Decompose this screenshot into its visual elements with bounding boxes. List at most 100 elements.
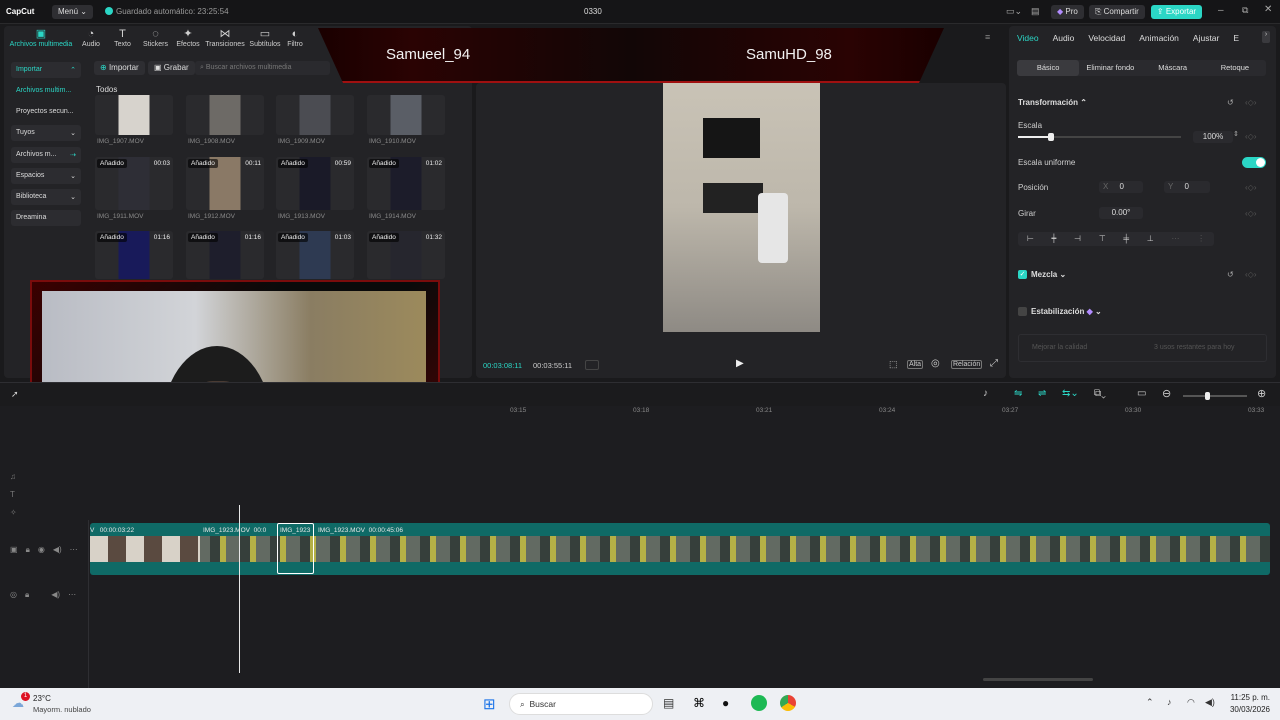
lock-icon[interactable]: 🔒︎ xyxy=(25,590,29,600)
media-thumbnail[interactable]: Añadido 01:03 xyxy=(276,231,354,279)
clip-label[interactable]: V 00:00:03:22 xyxy=(90,527,134,534)
microphone-icon[interactable]: ♪ xyxy=(983,388,988,399)
zoom-out-icon[interactable]: ⊖ xyxy=(1162,387,1171,400)
distribute-v-icon[interactable]: ⋮ xyxy=(1197,232,1205,246)
tab-stickers[interactable]: ◌ Stickers xyxy=(139,28,172,50)
volume-icon[interactable]: ◀) xyxy=(51,590,60,600)
scale-slider-knob[interactable] xyxy=(1047,133,1054,141)
clip-label[interactable]: IMG_1923.MOV 00:00:45:06 xyxy=(318,527,403,534)
magnet-icon[interactable]: ⇋ xyxy=(1014,388,1022,399)
chrome-icon[interactable] xyxy=(780,695,796,711)
timecode-icon[interactable] xyxy=(585,360,599,370)
sidebar-item-projects[interactable]: Proyectos secun... xyxy=(11,104,81,120)
property-subtab[interactable]: Básico xyxy=(1017,60,1080,76)
sidebar-item-spaces[interactable]: Espacios ⌄ xyxy=(11,168,81,184)
blend-checkbox[interactable]: ✓ xyxy=(1018,270,1027,279)
property-tab[interactable]: Animación xyxy=(1139,33,1179,43)
sidebar-item-files[interactable]: Archivos m... ⇢ xyxy=(11,147,81,163)
media-thumbnail[interactable] xyxy=(186,95,264,135)
playhead[interactable] xyxy=(239,505,240,673)
capcut-taskbar-icon[interactable]: ⌘ xyxy=(693,696,705,710)
sidebar-item-library[interactable]: Biblioteca ⌄ xyxy=(11,189,81,205)
sidebar-item-import[interactable]: Importar ⌃ xyxy=(11,62,81,78)
screenshot-icon[interactable]: ◎ xyxy=(931,358,940,369)
zoom-slider[interactable] xyxy=(1183,392,1247,400)
property-tab[interactable]: Velocidad xyxy=(1088,33,1125,43)
reset-icon[interactable]: ↺ xyxy=(1227,98,1234,107)
property-subtab[interactable]: Máscara xyxy=(1142,60,1204,76)
tab-effects[interactable]: ✦ Efectos xyxy=(172,28,204,50)
export-button[interactable]: ⇪ Exportar xyxy=(1151,5,1202,19)
preview-axis-icon[interactable]: ⇆⌄ xyxy=(1062,388,1079,399)
distribute-h-icon[interactable]: ⋯ xyxy=(1171,232,1179,246)
tab-media[interactable]: ▣ Archivos multimedia xyxy=(6,28,76,50)
stabilize-checkbox[interactable] xyxy=(1018,307,1027,316)
tab-text[interactable]: T Texto xyxy=(106,28,139,50)
cover-icon[interactable]: ▣ xyxy=(10,545,18,555)
keyframe-icon[interactable]: ‹◇› xyxy=(1245,98,1256,107)
sidebar-item-yours[interactable]: Tuyos ⌄ xyxy=(11,125,81,141)
property-tab[interactable]: E xyxy=(1233,33,1239,43)
fullscreen-icon[interactable]: ⤢ xyxy=(990,358,998,369)
more-icon[interactable]: ⋯ xyxy=(68,590,76,600)
taskbar-search[interactable]: ⌕ Buscar xyxy=(509,693,653,715)
media-thumbnail[interactable]: Añadido 00:59 xyxy=(276,157,354,210)
align-left-icon[interactable]: ⊢ xyxy=(1027,232,1034,246)
keyframe-icon[interactable]: ‹◇› xyxy=(1245,270,1256,279)
player-menu-icon[interactable]: ≡ xyxy=(985,32,990,42)
reset-icon[interactable]: ↺ xyxy=(1227,270,1234,279)
rotate-input[interactable]: 0.00° xyxy=(1099,207,1143,219)
clip-label[interactable]: IMG_1923.MOV 00:0 xyxy=(203,527,266,534)
zoom-knob[interactable] xyxy=(1205,392,1210,400)
media-thumbnail[interactable]: Añadido 01:02 xyxy=(367,157,445,210)
split-icon[interactable]: ⧉⌄ xyxy=(1094,388,1106,399)
zoom-in-icon[interactable]: ⊕ xyxy=(1257,387,1266,400)
volume-icon[interactable]: ◀) xyxy=(53,545,62,555)
sidebar-item-dreamina[interactable]: Dreamina xyxy=(11,210,81,226)
tab-audio[interactable]: ◔ Audio xyxy=(76,28,106,50)
tabs-scroll-icon[interactable]: › xyxy=(1262,31,1270,43)
property-subtab[interactable]: Retoque xyxy=(1204,60,1266,76)
media-thumbnail[interactable]: Añadido 01:16 xyxy=(186,231,264,279)
keyframe-icon[interactable]: ‹◇› xyxy=(1245,209,1256,218)
more-icon[interactable]: ⋯ xyxy=(70,545,78,555)
link-clips-icon[interactable]: ⇌ xyxy=(1038,388,1046,399)
maximize-icon[interactable]: ⧉ xyxy=(1242,5,1248,16)
audio-icon[interactable]: ◎ xyxy=(10,590,17,600)
close-icon[interactable]: ✕ xyxy=(1264,4,1272,15)
media-search-input[interactable]: ⌕ Buscar archivos multimedia xyxy=(195,61,330,75)
caption-icon[interactable]: ▭ xyxy=(1137,388,1146,399)
ratio-button[interactable]: Relación xyxy=(951,360,983,369)
align-center-icon[interactable]: ┿ xyxy=(1052,232,1057,246)
menu-button[interactable]: Menú ⌄ xyxy=(52,5,93,19)
align-middle-icon[interactable]: ╪ xyxy=(1123,232,1129,246)
sidebar-item-media[interactable]: Archivos multim... xyxy=(11,83,81,99)
selected-clip[interactable]: IMG_1923 xyxy=(277,523,314,574)
minimize-icon[interactable]: – xyxy=(1218,5,1224,16)
transform-heading[interactable]: Transformación ⌃ xyxy=(1018,98,1087,107)
media-thumbnail[interactable]: Añadido 00:11 xyxy=(186,157,264,210)
media-thumbnail[interactable] xyxy=(367,95,445,135)
scale-slider[interactable] xyxy=(1018,133,1181,141)
task-view-icon[interactable]: ▤ xyxy=(663,696,674,710)
import-button[interactable]: ⊕ Importar xyxy=(94,61,145,75)
keyframe-icon[interactable]: ‹◇› xyxy=(1245,132,1256,141)
crop-icon[interactable]: ⬚ xyxy=(889,359,898,370)
windows-start-icon[interactable]: ⊞ xyxy=(483,695,496,713)
timeline-scrollbar[interactable] xyxy=(983,678,1093,681)
media-thumbnail[interactable]: Añadido 01:32 xyxy=(367,231,445,279)
wifi-icon[interactable]: ◠ xyxy=(1187,697,1195,708)
lock-icon[interactable]: 🔒︎ xyxy=(26,545,30,555)
effect-track-icon[interactable]: ✧ xyxy=(10,508,17,517)
pro-button[interactable]: ◆ Pro xyxy=(1051,5,1084,19)
layout-icon[interactable]: ▭⌄ xyxy=(1006,6,1022,17)
property-tab[interactable]: Ajustar xyxy=(1193,33,1219,43)
audio-track-icon[interactable]: ♫ xyxy=(10,472,16,481)
speaker-icon[interactable]: ◀) xyxy=(1205,697,1215,708)
microphone-icon[interactable]: ♪ xyxy=(1167,697,1172,707)
media-thumbnail[interactable] xyxy=(95,95,173,135)
align-top-icon[interactable]: ⊤ xyxy=(1099,232,1106,246)
tray-chevron-icon[interactable]: ⌃ xyxy=(1146,697,1154,708)
property-subtab[interactable]: Eliminar fondo xyxy=(1079,60,1141,76)
text-track-icon[interactable]: T xyxy=(10,490,15,499)
